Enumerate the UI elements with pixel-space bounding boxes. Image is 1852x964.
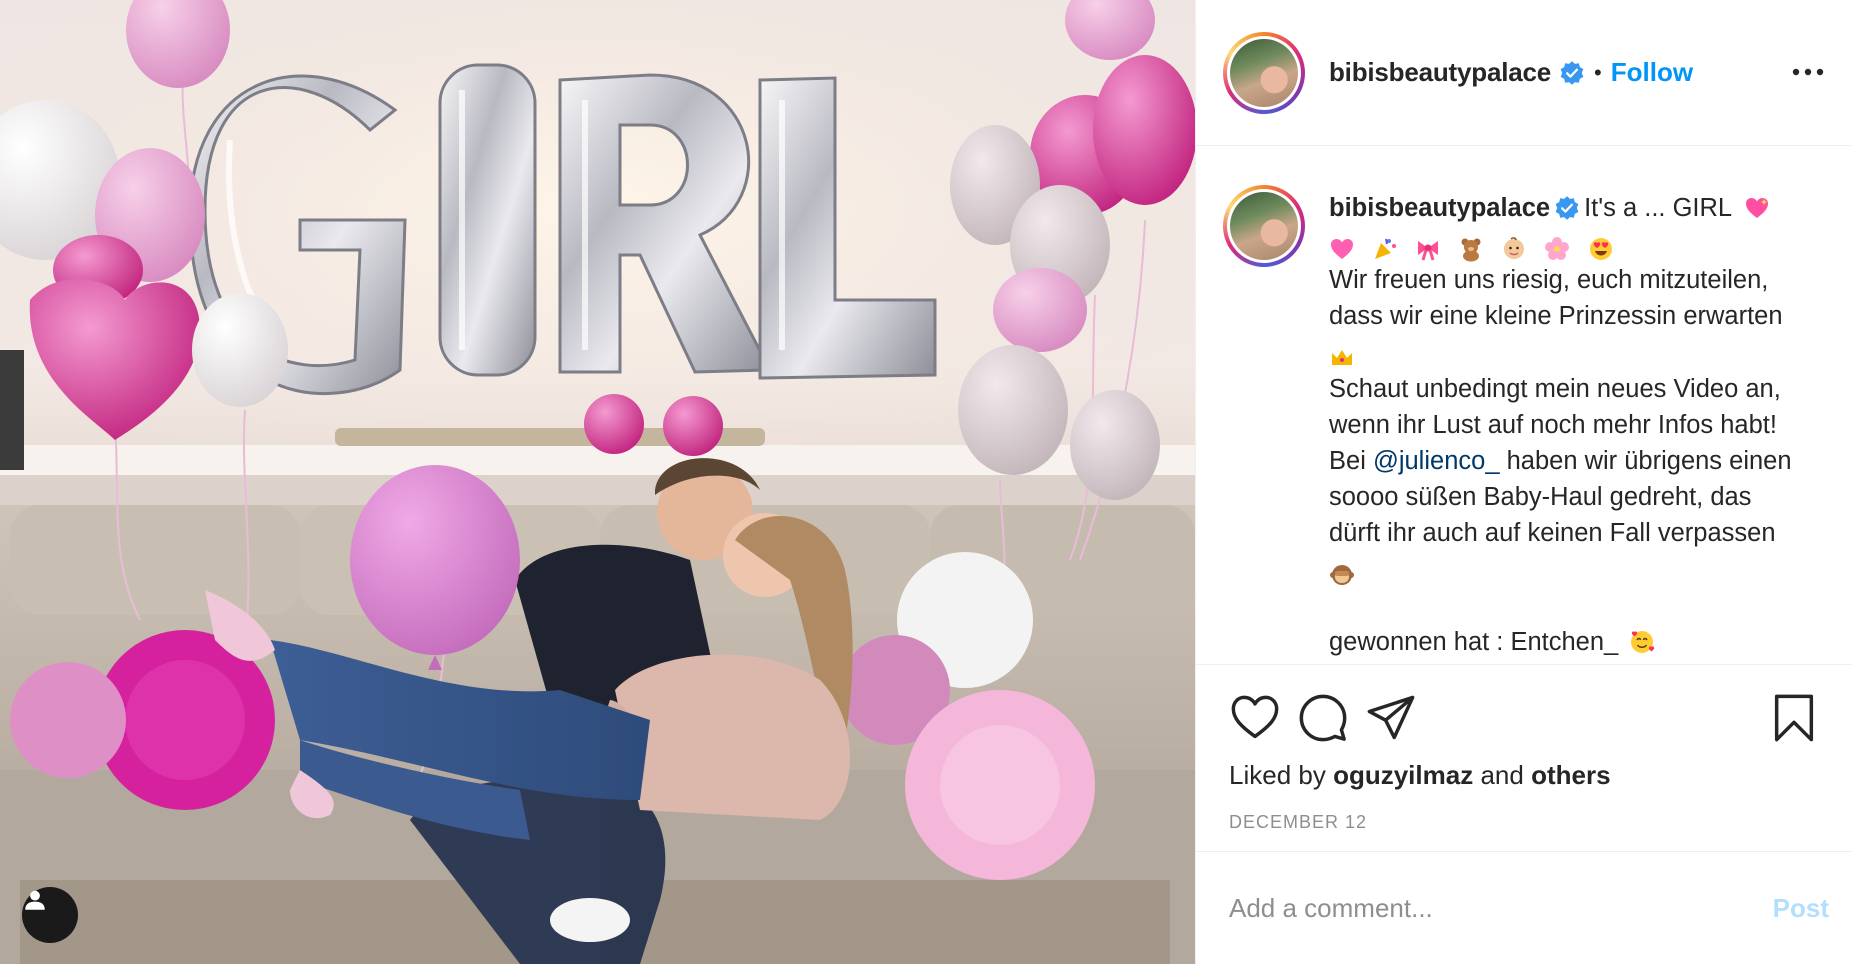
follow-button[interactable]: Follow bbox=[1611, 57, 1693, 88]
verified-badge-icon bbox=[1560, 60, 1584, 85]
comment-input[interactable] bbox=[1229, 893, 1729, 924]
post-date[interactable]: DECEMBER 12 bbox=[1229, 812, 1367, 833]
header-username[interactable]: bibisbeautypalace bbox=[1329, 57, 1551, 88]
header-separator: • bbox=[1594, 59, 1602, 85]
liked-by-prefix: Liked by bbox=[1229, 760, 1326, 790]
cherry-blossom-icon bbox=[1545, 237, 1570, 261]
avatar-image bbox=[1230, 192, 1298, 260]
photo-illustration bbox=[0, 0, 1195, 964]
post-details-panel: bibisbeautypalace • Follow bibisbeautypa… bbox=[1195, 0, 1852, 964]
caption-username[interactable]: bibisbeautypalace bbox=[1329, 194, 1550, 222]
see-no-evil-monkey-icon bbox=[1330, 564, 1354, 585]
caption-line-2: dass wir eine kleine Prinzessin erwarten bbox=[1329, 302, 1783, 331]
caption-crown-row bbox=[1329, 335, 1829, 371]
user-icon bbox=[25, 890, 45, 910]
post-header: bibisbeautypalace • Follow bbox=[1196, 0, 1852, 146]
caption-line-4: wenn ihr Lust auf noch mehr Infos habt! bbox=[1329, 410, 1777, 439]
baby-icon bbox=[1504, 237, 1525, 260]
caption-first-line: It's a ... GIRL bbox=[1584, 194, 1732, 222]
caption-emoji-row bbox=[1329, 226, 1829, 262]
post-comment-button[interactable]: Post bbox=[1773, 893, 1829, 924]
share-direct-icon[interactable] bbox=[1365, 692, 1417, 744]
post-photo[interactable] bbox=[0, 0, 1195, 964]
verified-badge-icon bbox=[1555, 196, 1579, 220]
crown-icon bbox=[1332, 349, 1352, 365]
caption-line-1: Wir freuen uns riesig, euch mitzuteilen, bbox=[1329, 266, 1769, 295]
mention-link[interactable]: @julienco_ bbox=[1373, 447, 1500, 475]
caption-line-3: Schaut unbedingt mein neues Video an, bbox=[1329, 374, 1781, 403]
more-options-icon[interactable] bbox=[1791, 60, 1825, 84]
caption-avatar[interactable] bbox=[1223, 185, 1305, 267]
liked-by-text: Liked by oguzyilmaz and others bbox=[1229, 760, 1611, 791]
growing-heart-icon bbox=[1331, 239, 1353, 260]
sparkling-heart-icon bbox=[1746, 198, 1769, 218]
caption-line-8: gewonnen hat : Entchen_ bbox=[1329, 627, 1619, 656]
ribbon-icon bbox=[1418, 241, 1439, 261]
teddy-bear-icon bbox=[1461, 238, 1481, 262]
profile-avatar[interactable] bbox=[1223, 31, 1305, 114]
caption-monkey-row bbox=[1329, 552, 1829, 588]
caption-section: bibisbeautypalace It's a ... GIRL Wir fr bbox=[1196, 147, 1852, 665]
avatar-image bbox=[1230, 38, 1298, 107]
caption-line-6: soooo süßen Baby-Haul gedreht, das bbox=[1329, 483, 1752, 512]
save-bookmark-icon[interactable] bbox=[1768, 692, 1820, 744]
liked-by-others-link[interactable]: others bbox=[1531, 760, 1610, 790]
caption-line-5-prefix: Bei bbox=[1329, 447, 1366, 476]
add-comment-section: Post bbox=[1196, 853, 1852, 964]
like-heart-icon[interactable] bbox=[1229, 692, 1281, 744]
post-actions: Liked by oguzyilmaz and others DECEMBER … bbox=[1196, 666, 1852, 852]
liked-by-and: and bbox=[1480, 760, 1524, 790]
caption-text: bibisbeautypalace It's a ... GIRL Wir fr bbox=[1329, 190, 1829, 660]
heart-eyes-icon bbox=[1589, 238, 1612, 261]
tagged-users-button[interactable] bbox=[22, 887, 78, 943]
caption-line-5-suffix: haben wir übrigens einen bbox=[1506, 447, 1792, 476]
caption-line-7: dürft ihr auch auf keinen Fall verpassen bbox=[1329, 519, 1776, 548]
liked-by-user-link[interactable]: oguzyilmaz bbox=[1333, 760, 1473, 790]
smiling-face-with-hearts-icon bbox=[1631, 630, 1655, 653]
party-popper-icon bbox=[1375, 239, 1397, 260]
comment-icon[interactable] bbox=[1297, 692, 1349, 744]
